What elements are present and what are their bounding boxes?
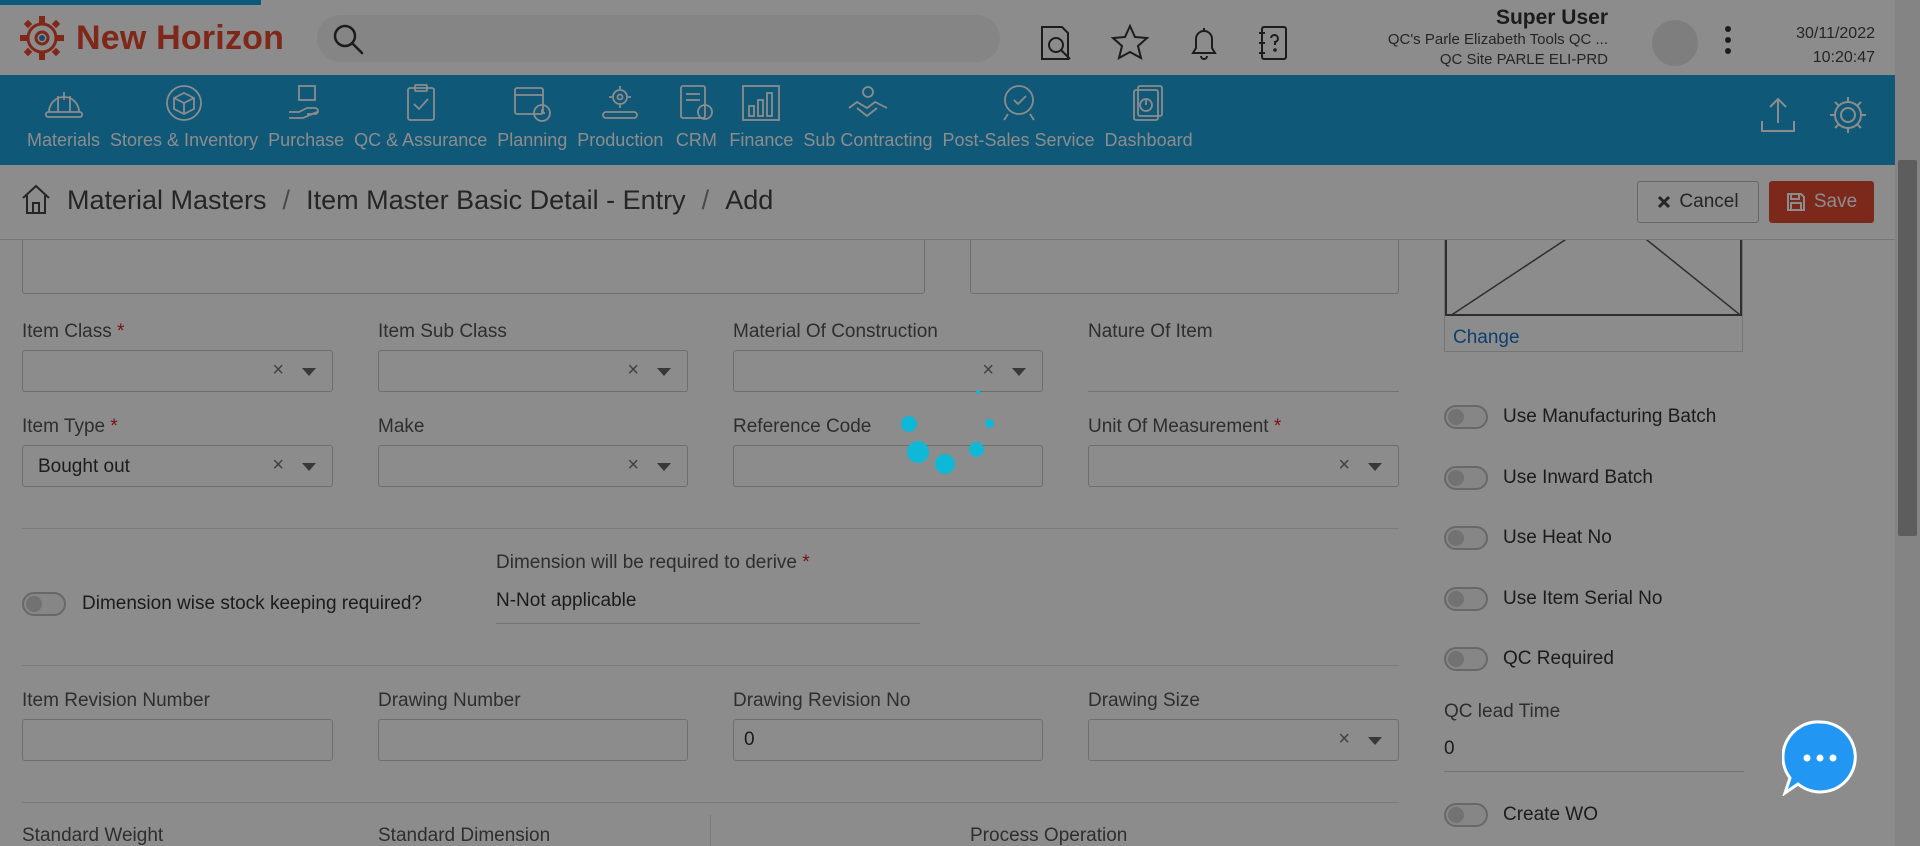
loading-spinner	[890, 385, 1000, 475]
chat-bubble-icon[interactable]	[1782, 720, 1858, 796]
